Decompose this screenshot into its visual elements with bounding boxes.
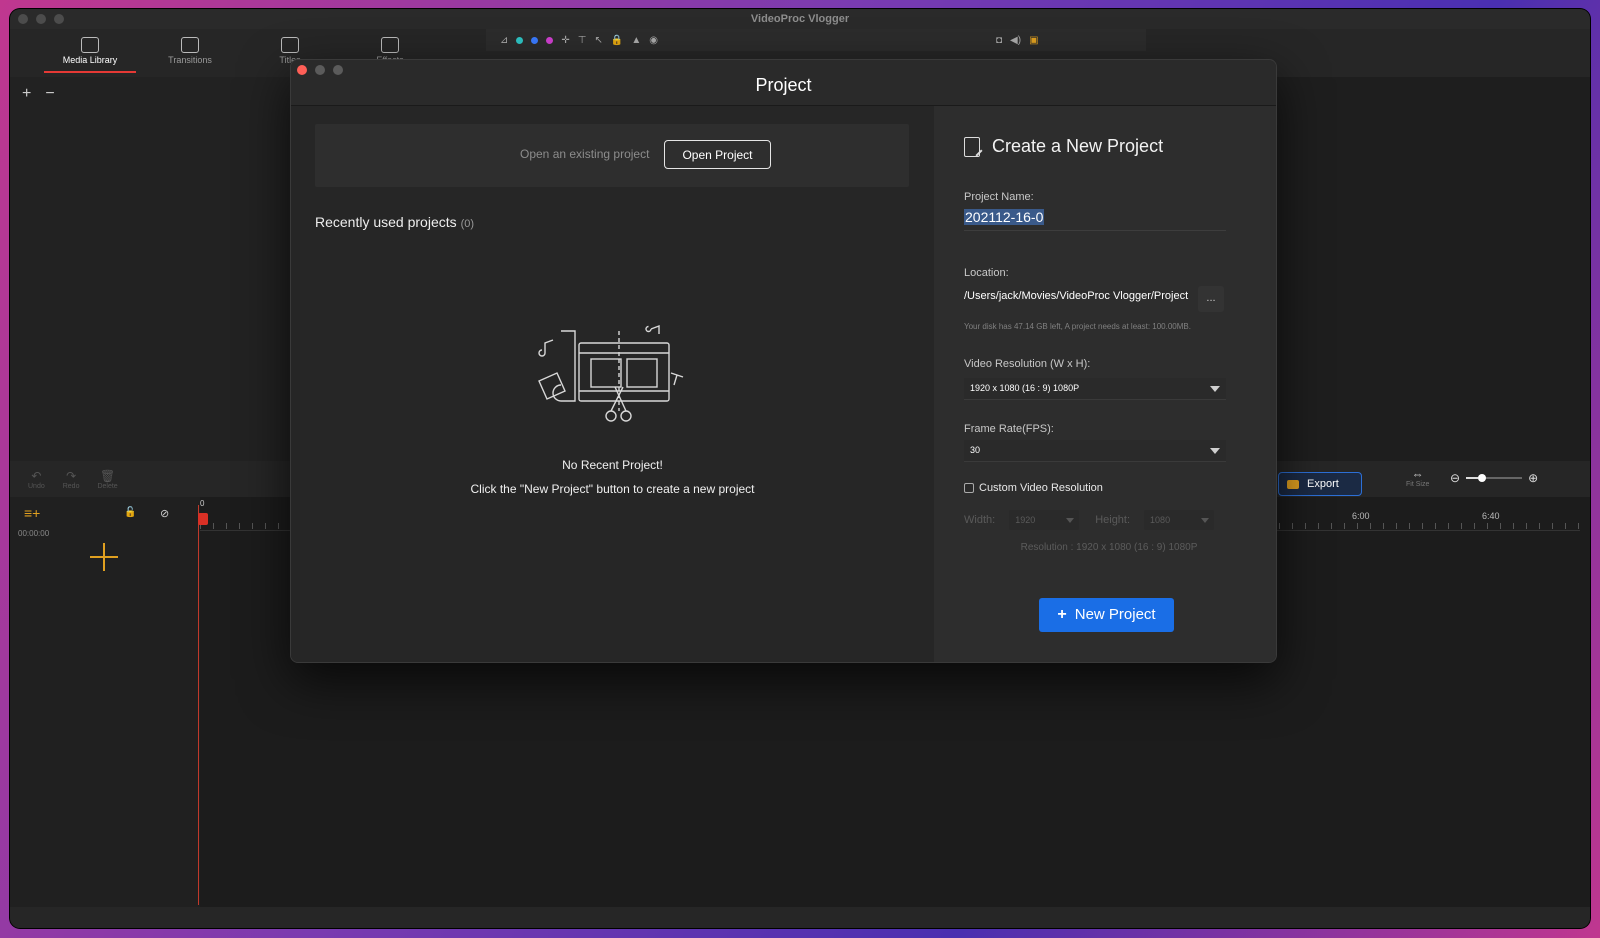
recent-count: (0) (460, 218, 475, 230)
new-project-pane: Create a New Project Project Name: 20211… (934, 106, 1276, 662)
fit-size-button[interactable]: ⇔ Fit Size (1406, 467, 1429, 488)
plus-icon: + (1057, 606, 1067, 623)
redo-button[interactable]: ↷ Redo (63, 469, 80, 490)
timeline-tools: ↶ Undo ↷ Redo 🗑 Delete (28, 469, 118, 490)
height-select[interactable]: 1080 (1144, 510, 1215, 530)
cone-icon[interactable]: ▲ (631, 35, 641, 46)
add-track-icon[interactable]: ≡+ (24, 505, 40, 521)
panel-toggle-icon[interactable]: ▣ (1029, 35, 1038, 46)
playhead-handle[interactable] (198, 513, 208, 525)
track-lock-icon[interactable]: 🔓 (124, 507, 136, 518)
app-titlebar: VideoProc Vlogger (10, 9, 1590, 29)
empty-film-illustration-icon (538, 324, 684, 422)
custom-resolution-toggle[interactable]: Custom Video Resolution (964, 482, 1103, 494)
playhead-line (198, 505, 199, 905)
project-dialog: Project Open an existing project Open Pr… (290, 59, 1277, 663)
color-dot-magenta-icon[interactable] (546, 36, 554, 44)
track-visibility-icon[interactable]: ⊘ (160, 507, 169, 520)
project-name-label: Project Name: (964, 191, 1034, 203)
project-name-input[interactable]: 202112-16-0 (964, 209, 1226, 231)
zoom-out-icon[interactable]: ⊖ (1450, 471, 1460, 485)
frame-rate-label: Frame Rate(FPS): (964, 423, 1054, 435)
track-header: ≡+ 🔓 ⊘ 00:00:00 (10, 497, 200, 907)
delete-button[interactable]: 🗑 Delete (97, 469, 117, 490)
dialog-titlebar: Project (291, 60, 1276, 106)
eye-icon[interactable]: ◉ (649, 35, 658, 46)
transitions-icon (181, 37, 199, 53)
chevron-down-icon (1066, 518, 1075, 523)
open-existing-box: Open an existing project Open Project (315, 124, 909, 187)
camera-icon[interactable]: ◘ (996, 35, 1002, 46)
resolution-summary: Resolution : 1920 x 1080 (16 : 9) 1080P (1020, 542, 1198, 553)
timecode: 00:00:00 (18, 529, 50, 538)
recent-projects-heading: Recently used projects (0) (315, 214, 475, 230)
chevron-down-icon (1201, 518, 1210, 523)
zoom-control: ⊖ ⊕ (1450, 471, 1538, 485)
zoom-slider[interactable] (1466, 474, 1523, 482)
width-label: Width: (964, 514, 996, 526)
new-document-icon (964, 136, 980, 157)
app-title: VideoProc Vlogger (750, 13, 850, 25)
volume-icon[interactable]: ◀) (1010, 35, 1021, 46)
add-clip-icon[interactable] (90, 543, 118, 571)
video-resolution-select[interactable]: 1920 x 1080 (16 : 9) 1080P (964, 378, 1226, 400)
open-project-button[interactable]: Open Project (664, 140, 771, 169)
lock-icon[interactable]: 🔒 (611, 35, 623, 46)
media-panel-actions: + − (22, 85, 55, 103)
effects-icon (381, 37, 399, 53)
color-dot-blue-icon[interactable] (531, 36, 539, 44)
frame-rate-select[interactable]: 30 (964, 440, 1226, 462)
browse-location-button[interactable]: ... (1198, 286, 1224, 312)
cursor-icon[interactable]: ↖ (595, 35, 603, 46)
height-label: Height: (1095, 514, 1131, 526)
disk-space-note: Your disk has 47.14 GB left, A project n… (964, 322, 1191, 331)
tab-media-library[interactable]: Media Library (40, 33, 140, 73)
zoom-in-icon[interactable]: ⊕ (1528, 471, 1538, 485)
preview-toolbar: ⊿ ✛ ⊤ ↖ 🔒 ▲ ◉ ◘ ◀) ▣ (486, 29, 1146, 51)
media-panel: + − (10, 77, 290, 461)
dialog-minimize-icon[interactable] (315, 65, 325, 75)
dialog-close-icon[interactable] (297, 65, 307, 75)
ruler-mark: 6:40 (1482, 511, 1500, 521)
undo-button[interactable]: ↶ Undo (28, 469, 45, 490)
tab-transitions[interactable]: Transitions (140, 33, 240, 73)
remove-media-icon[interactable]: − (45, 85, 54, 103)
dialog-zoom-icon[interactable] (333, 65, 343, 75)
dialog-window-controls[interactable] (297, 65, 343, 75)
custom-resolution-checkbox[interactable] (964, 483, 974, 493)
add-media-icon[interactable]: + (22, 85, 31, 103)
location-label: Location: (964, 267, 1009, 279)
color-dot-cyan-icon[interactable] (516, 36, 524, 44)
titles-icon (281, 37, 299, 53)
video-resolution-label: Video Resolution (W x H): (964, 358, 1091, 370)
split-icon[interactable]: ⊤ (578, 35, 587, 46)
no-recent-message: No Recent Project! (562, 458, 663, 472)
status-bar (10, 907, 1590, 928)
width-select[interactable]: 1920 (1009, 510, 1080, 530)
window-controls[interactable] (18, 14, 64, 24)
chevron-down-icon (1210, 386, 1220, 392)
dialog-title: Project (755, 75, 812, 95)
ruler-icon[interactable]: ⊿ (500, 35, 508, 46)
media-library-icon (81, 37, 99, 53)
no-recent-hint: Click the "New Project" button to create… (470, 482, 755, 496)
pointer-icon[interactable]: ✛ (561, 35, 569, 46)
custom-dimensions-row: Width: 1920 Height: 1080 (964, 510, 1230, 530)
open-project-pane: Open an existing project Open Project Re… (291, 106, 934, 662)
ruler-start-label: 0 (200, 499, 205, 508)
location-field[interactable]: /Users/jack/Movies/VideoProc Vlogger/Pro… (964, 287, 1192, 313)
chevron-down-icon (1210, 448, 1220, 454)
new-project-heading: Create a New Project (964, 136, 1163, 157)
open-existing-text: Open an existing project (520, 147, 650, 161)
export-button[interactable]: Export (1278, 472, 1362, 496)
ruler-mark: 6:00 (1352, 511, 1370, 521)
new-project-button[interactable]: + New Project (1039, 598, 1174, 632)
fit-size-icon: ⇔ (1411, 467, 1424, 481)
